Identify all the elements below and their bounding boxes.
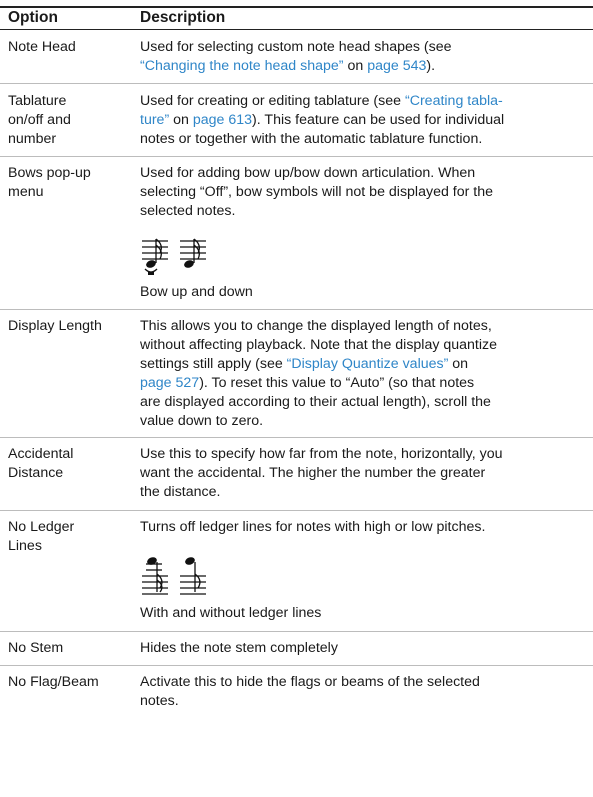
- desc-text: Use this to specify how far from the not…: [140, 446, 503, 462]
- option-description: Turns off ledger lines for notes with hi…: [140, 518, 590, 537]
- link-page-543[interactable]: page 543: [367, 58, 426, 74]
- option-line: on/off and: [8, 112, 71, 128]
- link-display-quantize-values[interactable]: “Display Quantize values”: [287, 356, 453, 372]
- row-separator: [0, 309, 593, 310]
- options-table: Option Description Note Head Used for se…: [0, 0, 593, 797]
- desc-text: Used for creating or editing tablature (…: [140, 93, 405, 109]
- desc-text: Turns off ledger lines for notes with hi…: [140, 519, 486, 535]
- header-rule: [0, 29, 593, 30]
- desc-text: ).: [426, 58, 436, 74]
- desc-text: notes.: [140, 693, 179, 709]
- bow-up-down-notes: [142, 238, 206, 275]
- option-line: No Ledger: [8, 519, 75, 535]
- desc-text: are displayed according to their actual …: [140, 394, 491, 410]
- option-line: Distance: [8, 465, 64, 481]
- link-creating-tablature-cont[interactable]: ture”: [140, 112, 173, 128]
- option-line: Tablature: [8, 93, 67, 109]
- desc-text: Hides the note stem completely: [140, 640, 338, 656]
- desc-text: Activate this to hide the flags or beams…: [140, 674, 480, 690]
- option-line: number: [8, 131, 57, 147]
- desc-text: want the accidental. The higher the numb…: [140, 465, 486, 481]
- row-separator: [0, 665, 593, 666]
- figure-caption: With and without ledger lines: [140, 605, 322, 621]
- desc-text: on: [452, 356, 469, 372]
- option-name: No Flag/Beam: [8, 674, 99, 690]
- link-page-613[interactable]: page 613: [193, 112, 252, 128]
- option-name: No Ledger Lines: [8, 518, 126, 556]
- desc-text: selected notes.: [140, 203, 236, 219]
- option-name: Display Length: [8, 318, 102, 334]
- option-name: Tablature on/off and number: [8, 92, 126, 149]
- desc-text: settings still apply (see: [140, 356, 287, 372]
- row-separator: [0, 631, 593, 632]
- option-name: Accidental Distance: [8, 445, 126, 483]
- desc-text: the distance.: [140, 484, 221, 500]
- row-separator: [0, 437, 593, 438]
- desc-text: on: [173, 112, 193, 128]
- option-description: Used for adding bow up/bow down articula…: [140, 164, 590, 221]
- desc-text: Used for adding bow up/bow down articula…: [140, 165, 476, 181]
- option-description: Used for creating or editing tablature (…: [140, 92, 590, 149]
- desc-text: ). To reset this value to “Auto” (so tha…: [199, 375, 475, 391]
- ledger-lines-notes: [142, 557, 206, 595]
- option-name: Bows pop-up menu: [8, 164, 126, 202]
- header-description: Description: [140, 9, 226, 26]
- option-description: This allows you to change the displayed …: [140, 317, 590, 431]
- desc-text: This allows you to change the displayed …: [140, 318, 492, 334]
- option-line: menu: [8, 184, 44, 200]
- desc-text: without affecting playback. Note that th…: [140, 337, 498, 353]
- header-option: Option: [8, 9, 58, 26]
- option-description: Activate this to hide the flags or beams…: [140, 673, 590, 711]
- desc-text: notes or together with the automatic tab…: [140, 131, 483, 147]
- desc-text: value down to zero.: [140, 413, 264, 429]
- option-description: Used for selecting custom note head shap…: [140, 38, 590, 76]
- row-separator: [0, 156, 593, 157]
- desc-text: Used for selecting custom note head shap…: [140, 39, 452, 55]
- row-separator: [0, 83, 593, 84]
- desc-text: on: [347, 58, 368, 74]
- table-header: Option Description: [8, 8, 588, 28]
- option-name: No Stem: [8, 640, 64, 656]
- figure-caption: Bow up and down: [140, 284, 253, 300]
- option-name: Note Head: [8, 39, 76, 55]
- desc-text: selecting “Off”, bow symbols will not be…: [140, 184, 494, 200]
- link-changing-note-head-shape[interactable]: “Changing the note head shape”: [140, 58, 347, 74]
- option-line: Lines: [8, 538, 42, 554]
- link-creating-tablature[interactable]: “Creating tabla-: [405, 93, 503, 109]
- link-page-527[interactable]: page 527: [140, 375, 199, 391]
- option-description: Hides the note stem completely: [140, 639, 590, 658]
- desc-text: ). This feature can be used for individu…: [252, 112, 505, 128]
- option-line: Bows pop-up: [8, 165, 91, 181]
- option-description: Use this to specify how far from the not…: [140, 445, 590, 502]
- option-line: Accidental: [8, 446, 74, 462]
- row-separator: [0, 510, 593, 511]
